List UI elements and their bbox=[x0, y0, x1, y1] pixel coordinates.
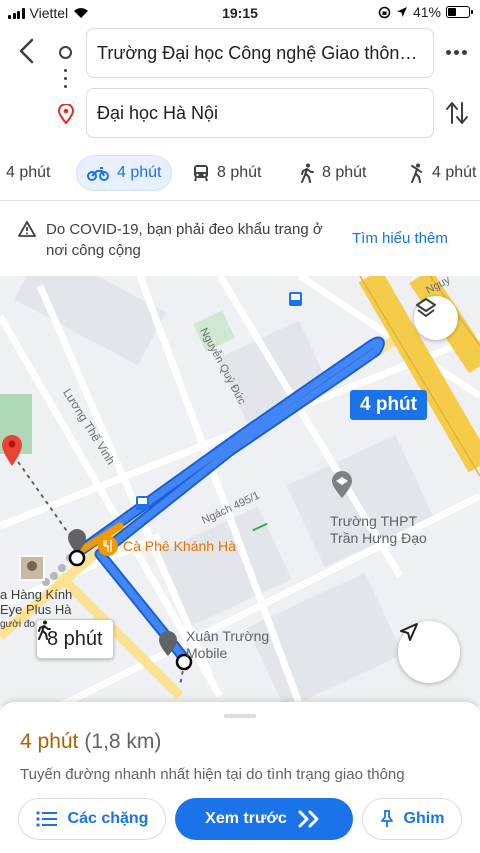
layers-icon bbox=[416, 298, 436, 317]
double-chevron-icon bbox=[298, 810, 319, 828]
eta-time: 4 phút bbox=[20, 730, 79, 753]
mobile-shop-label[interactable]: Xuân Trường Mobile bbox=[186, 628, 269, 662]
shop-line-1: a Hàng Kính bbox=[0, 587, 73, 602]
orientation-lock-icon bbox=[378, 6, 391, 18]
steps-button[interactable]: Các chặng bbox=[18, 798, 166, 840]
tab-motorbike[interactable]: 4 phút bbox=[76, 155, 173, 191]
route-time-tag[interactable]: 4 phút bbox=[350, 390, 427, 420]
ride-icon bbox=[411, 163, 422, 183]
learn-more-link[interactable]: Tìm hiểu thêm bbox=[352, 230, 448, 247]
drag-handle[interactable] bbox=[224, 714, 256, 718]
mode-label: 8 phút bbox=[217, 164, 262, 181]
map-view[interactable]: Nguyễn Quý Đức Lương Thế Vinh Ngách 495/… bbox=[0, 276, 480, 706]
motorbike-icon bbox=[87, 167, 109, 181]
steps-label: Các chặng bbox=[67, 810, 149, 827]
school-line-2: Trần Hưng Đạo bbox=[330, 530, 427, 546]
tab-car[interactable]: 4 phút bbox=[6, 155, 50, 191]
origin-dot-icon bbox=[59, 46, 72, 59]
tab-walk[interactable]: 8 phút bbox=[300, 155, 366, 191]
pin-button[interactable]: Ghim bbox=[362, 798, 462, 840]
cafe-label[interactable]: Cà Phê Khánh Hà bbox=[123, 538, 236, 554]
pin-label: Ghim bbox=[403, 810, 445, 827]
walk-icon bbox=[38, 620, 51, 640]
warning-icon bbox=[18, 221, 36, 237]
eta-distance: (1,8 km) bbox=[84, 730, 162, 753]
preview-button[interactable]: Xem trước bbox=[175, 798, 353, 840]
shop-line-2: Eye Plus Hà bbox=[0, 602, 72, 617]
location-arrow-icon bbox=[396, 7, 407, 17]
mode-label: 4 phút bbox=[117, 164, 162, 181]
mobile-line-1: Xuân Trường bbox=[186, 628, 270, 644]
tab-transit[interactable]: 8 phút bbox=[193, 155, 261, 191]
more-options-icon[interactable] bbox=[446, 50, 467, 55]
navigation-arrow-icon bbox=[400, 623, 418, 641]
mode-label: 8 phút bbox=[322, 164, 367, 181]
battery-fill bbox=[448, 8, 456, 16]
covid-banner: Do COVID-19, bạn phải đeo khẩu trang ở n… bbox=[0, 200, 480, 276]
status-bar: Viettel 19:15 41% bbox=[0, 0, 480, 26]
mobile-line-2: Mobile bbox=[186, 645, 228, 661]
layers-button[interactable] bbox=[414, 296, 458, 340]
route-summary-sheet: 4 phút (1,8 km) Tuyến đường nhanh nhất hi… bbox=[0, 702, 480, 853]
route-dots-icon bbox=[64, 69, 67, 93]
walk-time-tag[interactable]: 8 phút bbox=[36, 619, 114, 659]
route-eta: 4 phút (1,8 km) bbox=[20, 730, 161, 754]
preview-label: Xem trước bbox=[205, 810, 287, 827]
origin-input[interactable]: Trường Đại học Công nghệ Giao thông... bbox=[86, 28, 434, 78]
destination-input[interactable]: Đại học Hà Nội bbox=[86, 88, 434, 138]
mode-label: 4 phút bbox=[432, 164, 477, 181]
school-line-1: Trường THPT bbox=[330, 513, 418, 529]
list-icon bbox=[35, 811, 57, 827]
back-arrow-icon[interactable] bbox=[14, 36, 40, 66]
status-right: 41% bbox=[378, 4, 473, 20]
battery-percent: 41% bbox=[412, 4, 441, 20]
battery-icon bbox=[446, 6, 473, 18]
walk-icon bbox=[301, 163, 314, 183]
swap-icon[interactable] bbox=[445, 100, 469, 126]
transit-icon bbox=[194, 165, 208, 182]
school-label[interactable]: Trường THPT Trần Hưng Đạo bbox=[330, 513, 427, 547]
walk-time-label: 8 phút bbox=[47, 627, 103, 650]
mode-label: 4 phút bbox=[6, 164, 51, 181]
tab-ride[interactable]: 4 phút bbox=[408, 155, 476, 191]
pin-icon bbox=[380, 810, 393, 827]
route-note: Tuyến đường nhanh nhất hiện tại do tình … bbox=[20, 766, 405, 783]
banner-message: Do COVID-19, bạn phải đeo khẩu trang ở n… bbox=[46, 221, 323, 259]
destination-pin-icon bbox=[58, 104, 74, 124]
travel-mode-tabs: 4 phút 4 phút 8 phút 8 phút 4 phút bbox=[0, 155, 480, 193]
my-location-button[interactable] bbox=[398, 621, 460, 683]
